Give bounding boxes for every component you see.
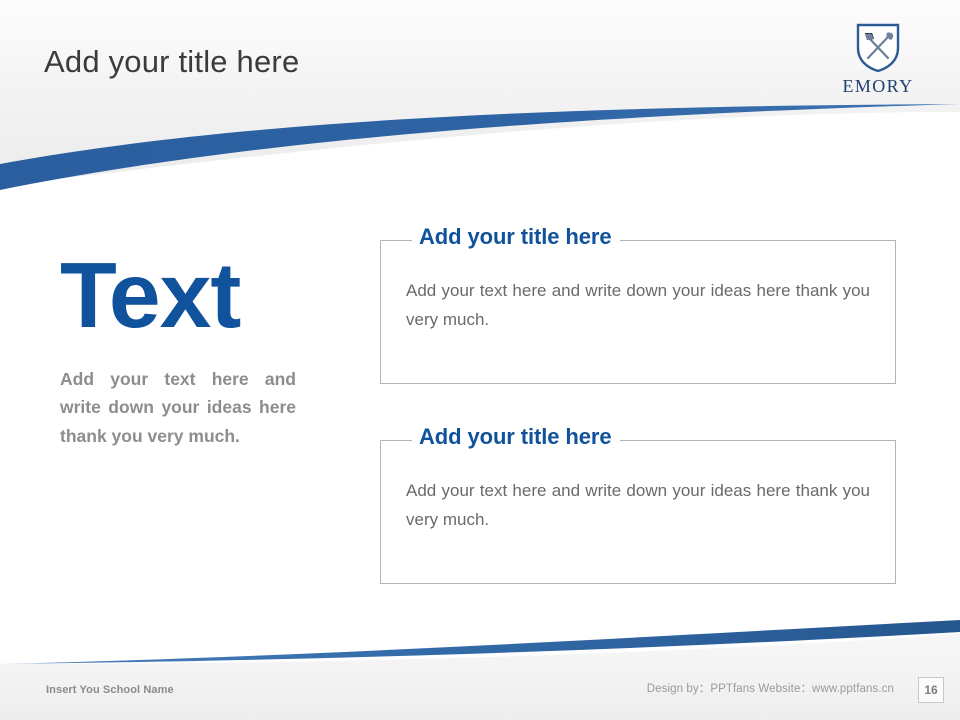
header-curve-graphic bbox=[0, 0, 960, 190]
content-box-1: Add your title here Add your text here a… bbox=[380, 224, 896, 384]
page-number-badge: 16 bbox=[918, 677, 944, 703]
footer-decoration bbox=[0, 620, 960, 720]
footer-curve-graphic bbox=[0, 620, 960, 720]
content-box-1-title: Add your title here bbox=[412, 224, 621, 250]
emory-wordmark: EMORY bbox=[842, 76, 914, 96]
left-body-text: Add your text here and write down your i… bbox=[60, 369, 296, 446]
content-box-2-body: Add your text here and write down your i… bbox=[406, 481, 870, 530]
left-content-column: Text Add your text here and write down y… bbox=[60, 243, 320, 450]
content-box-2: Add your title here Add your text here a… bbox=[380, 424, 896, 584]
shield-icon bbox=[856, 23, 900, 73]
presentation-slide: Add your title here EMORY Text Add your … bbox=[0, 0, 960, 720]
content-box-1-body: Add your text here and write down your i… bbox=[406, 281, 870, 330]
page-title: Add your title here bbox=[44, 44, 300, 79]
content-box-2-title: Add your title here bbox=[412, 424, 621, 450]
footer-credit: Design by：PPTfans Website：www.pptfans.cn bbox=[646, 683, 894, 695]
header-decoration bbox=[0, 0, 960, 200]
footer-school-name: Insert You School Name bbox=[46, 684, 174, 696]
emory-logo: EMORY bbox=[828, 22, 928, 97]
left-headline: Text bbox=[60, 243, 241, 347]
